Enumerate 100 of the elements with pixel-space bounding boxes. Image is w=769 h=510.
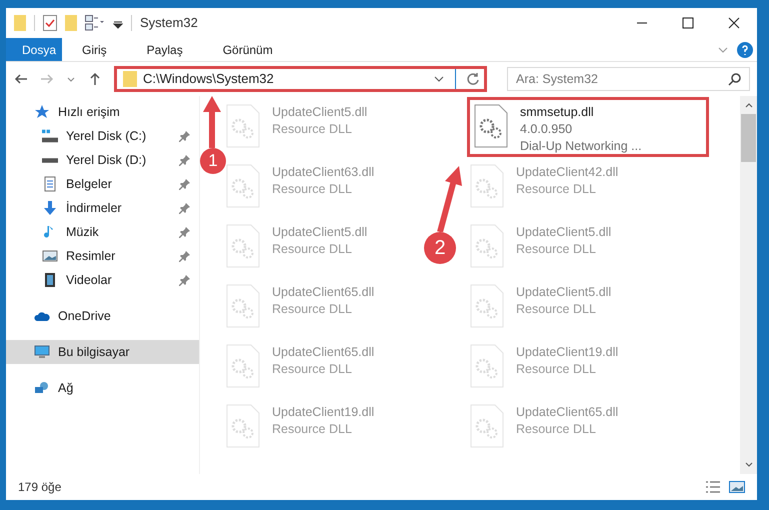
pictures-icon — [42, 248, 58, 264]
search-icon — [728, 72, 742, 86]
settings-file-icon — [226, 284, 260, 328]
file-name: UpdateClient63.dll — [272, 164, 374, 181]
properties-icon[interactable] — [43, 15, 57, 31]
refresh-icon[interactable] — [466, 72, 480, 86]
file-detail: Resource DLL — [516, 241, 597, 258]
large-icons-view-icon[interactable] — [729, 480, 745, 494]
file-name: UpdateClient65.dll — [272, 284, 374, 301]
sidebar-label: İndirmeler — [66, 200, 122, 217]
sidebar-label: Hızlı erişim — [58, 104, 120, 121]
file-detail: Resource DLL — [272, 241, 353, 258]
sidebar-label: Belgeler — [66, 176, 112, 193]
file-detail: Resource DLL — [516, 361, 597, 378]
star-icon — [34, 104, 50, 120]
sidebar-item[interactable]: Resimler — [6, 244, 199, 268]
settings-file-icon — [226, 344, 260, 388]
file-name: UpdateClient19.dll — [516, 344, 618, 361]
settings-file-icon — [470, 284, 504, 328]
file-name: UpdateClient5.dll — [272, 104, 368, 121]
settings-file-icon — [470, 344, 504, 388]
drive-icon — [42, 158, 58, 162]
settings-file-icon — [470, 224, 504, 268]
settings-file-icon — [470, 164, 504, 208]
file-name: UpdateClient5.dll — [516, 284, 612, 301]
drive-icon — [42, 128, 58, 144]
sidebar-label: Resimler — [66, 248, 116, 265]
sidebar-label: Videolar — [66, 272, 112, 289]
document-icon — [42, 176, 58, 192]
sidebar-item[interactable]: Ağ — [6, 376, 199, 400]
sidebar-item[interactable]: Müzik — [6, 220, 199, 244]
file-name: UpdateClient5.dll — [272, 224, 368, 241]
file-detail: Resource DLL — [272, 181, 353, 198]
pin-icon[interactable] — [179, 130, 191, 142]
arrow-drawing — [203, 96, 221, 148]
computer-icon — [34, 344, 50, 360]
search-field[interactable]: Ara: System32 — [507, 67, 750, 91]
file-name: UpdateClient65.dll — [272, 344, 374, 361]
file-name: UpdateClient5.dll — [516, 224, 612, 241]
download-icon — [42, 200, 58, 216]
pin-icon[interactable] — [179, 274, 191, 286]
pin-icon[interactable] — [179, 154, 191, 166]
file-name: UpdateClient42.dll — [516, 164, 618, 181]
sidebar-item[interactable]: İndirmeler — [6, 196, 199, 220]
settings-file-icon — [226, 404, 260, 448]
settings-file-icon — [474, 104, 508, 148]
view-options-icon[interactable] — [85, 15, 105, 31]
network-icon — [34, 380, 50, 396]
sidebar-item[interactable]: Belgeler — [6, 172, 199, 196]
pin-icon[interactable] — [179, 250, 191, 262]
ribbon-tab[interactable]: Giriş — [66, 38, 123, 61]
window-title: System32 — [140, 14, 198, 32]
sidebar-item[interactable]: Videolar — [6, 268, 199, 292]
file-name: smmsetup.dll — [520, 104, 595, 121]
address-bar[interactable]: C:\Windows\System32 — [114, 66, 487, 92]
film-icon — [42, 272, 58, 288]
up-arrow-icon[interactable] — [88, 72, 102, 86]
file-detail: Resource DLL — [516, 181, 597, 198]
sidebar-label: OneDrive — [58, 308, 111, 325]
sidebar-item[interactable]: Hızlı erişim — [6, 100, 199, 124]
file-detail: 4.0.0.950 — [520, 121, 574, 138]
item-count: 179 öğe — [18, 479, 62, 496]
file-detail: Resource DLL — [516, 301, 597, 318]
ribbon-tab[interactable]: Dosya — [6, 38, 62, 61]
file-detail: Resource DLL — [272, 361, 353, 378]
sidebar-label: Müzik — [66, 224, 99, 241]
sidebar-label: Ağ — [58, 380, 74, 397]
sidebar-label: Yerel Disk (C:) — [66, 128, 146, 145]
scrollbar-thumb[interactable] — [741, 114, 756, 162]
pin-icon[interactable] — [179, 202, 191, 214]
scrollbar[interactable] — [740, 96, 757, 474]
file-detail: Resource DLL — [272, 301, 353, 318]
pin-icon[interactable] — [179, 178, 191, 190]
address-path: C:\Windows\System32 — [143, 70, 274, 88]
sidebar-item[interactable]: Yerel Disk (C:) — [6, 124, 199, 148]
sidebar-label: Bu bilgisayar — [58, 344, 130, 361]
sidebar-item[interactable]: OneDrive — [6, 304, 199, 328]
file-name: UpdateClient19.dll — [272, 404, 374, 421]
ribbon-tab[interactable]: Görünüm — [206, 38, 289, 61]
ribbon-tab[interactable]: Paylaş — [130, 38, 199, 61]
pin-icon[interactable] — [179, 226, 191, 238]
folder-icon — [123, 71, 137, 87]
close-icon — [728, 17, 740, 29]
file-detail: Resource DLL — [516, 421, 597, 438]
maximize-icon — [682, 17, 694, 29]
sidebar-item[interactable]: Yerel Disk (D:) — [6, 148, 199, 172]
settings-file-icon — [470, 404, 504, 448]
details-view-icon[interactable] — [705, 480, 721, 494]
file-detail: Resource DLL — [272, 421, 353, 438]
settings-file-icon — [226, 104, 260, 148]
sidebar-item[interactable]: Bu bilgisayar — [6, 340, 199, 364]
file-detail: Resource DLL — [272, 121, 353, 138]
settings-file-icon — [226, 224, 260, 268]
file-item[interactable]: smmsetup.dll 4.0.0.950 Dial-Up Networking ... — [467, 97, 709, 157]
file-name: UpdateClient65.dll — [516, 404, 618, 421]
help-icon[interactable] — [737, 42, 753, 58]
forward-arrow-icon[interactable] — [40, 72, 54, 86]
file-detail: Dial-Up Networking ... — [520, 138, 642, 155]
back-arrow-icon[interactable] — [14, 72, 28, 86]
settings-file-icon — [226, 164, 260, 208]
